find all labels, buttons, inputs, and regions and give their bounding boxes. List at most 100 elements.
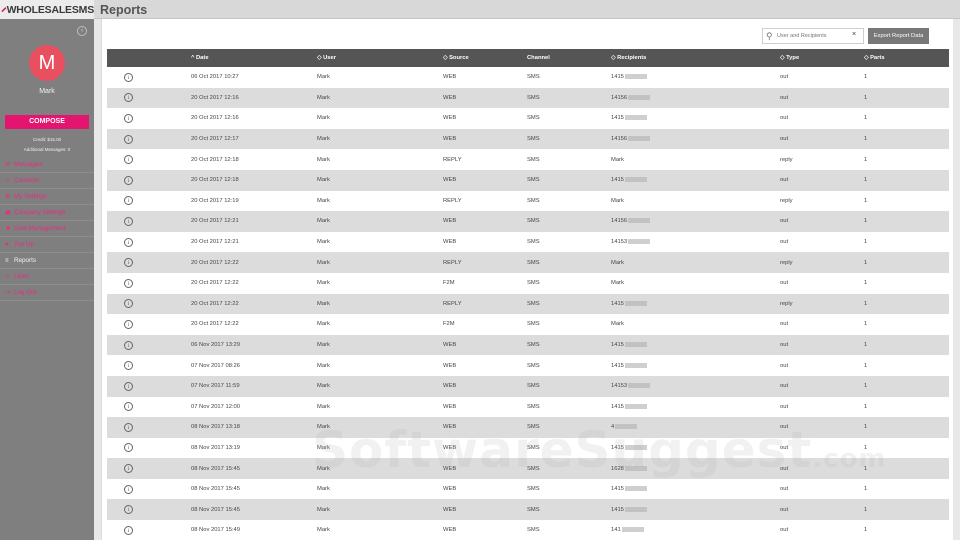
cell-user-text: Mark [317, 486, 330, 493]
table-row[interactable]: i 08 Nov 2017 15:45 Mark WEB SMS 1628 out 1 [107, 458, 949, 479]
info-icon[interactable]: i [124, 402, 133, 412]
cell-channel: SMS [527, 363, 540, 369]
table-row[interactable]: i 08 Nov 2017 15:45 Mark WEB SMS 1415 out 1 [107, 479, 949, 500]
info-icon[interactable]: i [124, 216, 133, 226]
column-header-date[interactable]: ^ Date [191, 55, 209, 61]
table-row[interactable]: i 20 Oct 2017 12:18 Mark REPLY SMS Mark reply 1 [107, 149, 949, 170]
sidebar-item-company-settings[interactable]: ▣ Company Settings [0, 205, 94, 221]
info-icon[interactable]: i [124, 319, 133, 329]
table-row[interactable]: i 20 Oct 2017 12:16 Mark WEB SMS 14156 out 1 [107, 87, 949, 109]
info-icon[interactable]: i [124, 422, 133, 432]
cell-type-text: out [780, 486, 789, 493]
table-row[interactable]: i 20 Oct 2017 12:16 Mark WEB SMS 1415 out 1 [107, 108, 949, 129]
table-row[interactable]: i 20 Oct 2017 12:18 Mark WEB SMS 1415 out 1 [107, 169, 949, 191]
table-row[interactable]: i 08 Nov 2017 13:19 Mark WEB SMS 1415 out 1 [107, 438, 949, 459]
info-icon[interactable]: i [124, 464, 133, 474]
sidebar-item-user-management[interactable]: ☻ User Management [0, 221, 94, 237]
table-row[interactable]: i 06 Nov 2017 13:29 Mark WEB SMS 1415 out 1 [107, 334, 949, 356]
cell-user: Mark [317, 363, 330, 369]
info-icon[interactable]: i [124, 134, 133, 144]
cell-recipient-text: 14156 [611, 218, 628, 225]
cell-user-text: Mark [317, 424, 330, 431]
info-icon[interactable]: i [124, 175, 133, 185]
table-row[interactable]: i 20 Oct 2017 12:21 Mark WEB SMS 14156 out 1 [107, 211, 949, 232]
table-row[interactable]: i 20 Oct 2017 12:22 Mark F2M SMS Mark out 1 [107, 314, 949, 335]
cell-recipient: 4 [611, 424, 638, 430]
redacted-number [624, 115, 647, 121]
table-row[interactable]: i 06 Oct 2017 10:27 Mark WEB SMS 1415 out 1 [107, 67, 949, 88]
column-header-channel[interactable]: Channel [527, 55, 550, 61]
cell-date: 07 Nov 2017 08:26 [191, 363, 240, 369]
info-icon[interactable]: i [124, 361, 133, 371]
table-row[interactable]: i 08 Nov 2017 13:18 Mark WEB SMS 4 out 1 [107, 417, 949, 438]
search-input[interactable] [777, 31, 847, 41]
cell-type: out [780, 527, 788, 533]
info-icon[interactable]: i [124, 155, 133, 165]
search-box[interactable]: ⚲ × [762, 28, 864, 44]
avatar[interactable]: M [29, 45, 65, 81]
cell-parts-text: 1 [864, 444, 868, 451]
table-row[interactable]: i 08 Nov 2017 15:45 Mark WEB SMS 1415 out 1 [107, 499, 949, 521]
info-icon[interactable]: i [124, 237, 133, 247]
info-icon[interactable]: i [124, 381, 133, 391]
cell-channel-text: SMS [527, 177, 540, 184]
sidebar-item-my-settings[interactable]: ⚙ My Settings [0, 189, 94, 205]
sidebar-item-messages[interactable]: ✉ Messages [0, 157, 94, 173]
user-name: Mark [39, 88, 55, 95]
cell-recipient-text: 1415 [611, 115, 624, 122]
sidebar-item-label: Messages [14, 161, 43, 168]
sidebar-item-contacts[interactable]: ☺ Contacts [0, 173, 94, 189]
table-row[interactable]: i 20 Oct 2017 12:22 Mark REPLY SMS Mark reply 1 [107, 252, 949, 273]
info-icon[interactable]: i [124, 278, 133, 288]
info-icon[interactable]: i [124, 299, 133, 309]
cell-parts: 1 [864, 445, 867, 451]
table-row[interactable]: i 20 Oct 2017 12:19 Mark REPLY SMS Mark reply 1 [107, 191, 949, 212]
cell-type-text: out [780, 362, 789, 369]
info-icon[interactable]: i [124, 525, 133, 535]
table-row[interactable]: i 08 Nov 2017 15:49 Mark WEB SMS 141 out 1 [107, 520, 949, 540]
cell-recipient-text: 1415 [611, 445, 624, 451]
table-row[interactable]: i 20 Oct 2017 12:22 Mark REPLY SMS 1415 reply 1 [107, 293, 949, 315]
cell-user-text: Mark [317, 321, 330, 328]
cell-user: Mark [317, 239, 330, 245]
table-row[interactable]: i 07 Nov 2017 11:59 Mark WEB SMS 14153 out 1 [107, 375, 949, 397]
table-row[interactable]: i 07 Nov 2017 08:26 Mark WEB SMS 1415 out 1 [107, 355, 949, 376]
search-icon: ⚲ [766, 31, 773, 41]
info-icon[interactable]: i [124, 484, 133, 494]
info-icon[interactable]: i [124, 505, 133, 515]
cell-recipient-text: 1415 [611, 486, 624, 493]
info-icon[interactable]: i [124, 113, 133, 123]
info-icon[interactable]: i [124, 72, 133, 82]
compose-button[interactable]: COMPOSE [5, 115, 89, 129]
cell-source-text: WEB [443, 444, 457, 451]
collapse-sidebar-icon[interactable]: ‹ [77, 26, 87, 36]
clear-search-icon[interactable]: × [852, 31, 856, 38]
info-icon[interactable]: i [124, 258, 133, 268]
sidebar-item-links[interactable]: ∞ Links [0, 269, 94, 285]
sidebar-item-reports[interactable]: ≡ Reports [0, 253, 94, 269]
cell-source-text: REPLY [443, 300, 462, 307]
column-header-user[interactable]: ◇ User [317, 55, 336, 61]
table-row[interactable]: i 20 Oct 2017 12:17 Mark WEB SMS 14156 out 1 [107, 128, 949, 150]
export-report-button[interactable]: Export Report Data [868, 28, 929, 44]
column-header-recipients[interactable]: ◇ Recipients [611, 55, 646, 61]
info-icon[interactable]: i [124, 443, 133, 453]
table-row[interactable]: i 20 Oct 2017 12:22 Mark F2M SMS Mark out 1 [107, 273, 949, 294]
info-icon[interactable]: i [124, 196, 133, 206]
cell-recipient-text: 1415 [611, 362, 624, 369]
cell-type: out [780, 177, 788, 183]
column-header-type[interactable]: ◇ Type [780, 55, 799, 61]
info-icon[interactable]: i [124, 340, 133, 350]
cell-type-text: out [780, 321, 789, 328]
list-icon: ≡ [5, 257, 9, 264]
sidebar-item-top-up[interactable]: ♥ Top Up [0, 237, 94, 253]
logo[interactable]: WHOLESALESMS [0, 0, 94, 19]
table-row[interactable]: i 07 Nov 2017 12:00 Mark WEB SMS 1415 out 1 [107, 397, 949, 418]
column-header-source[interactable]: ◇ Source [443, 55, 469, 61]
table-row[interactable]: i 20 Oct 2017 12:21 Mark WEB SMS 14153 out 1 [107, 232, 949, 253]
column-header-parts[interactable]: ◇ Parts [864, 55, 885, 61]
info-icon[interactable]: i [124, 93, 133, 103]
sidebar-item-log-out[interactable]: ⇥ Log Out [0, 285, 94, 301]
cell-type-text: out [780, 239, 789, 246]
cell-user: Mark [317, 424, 330, 430]
